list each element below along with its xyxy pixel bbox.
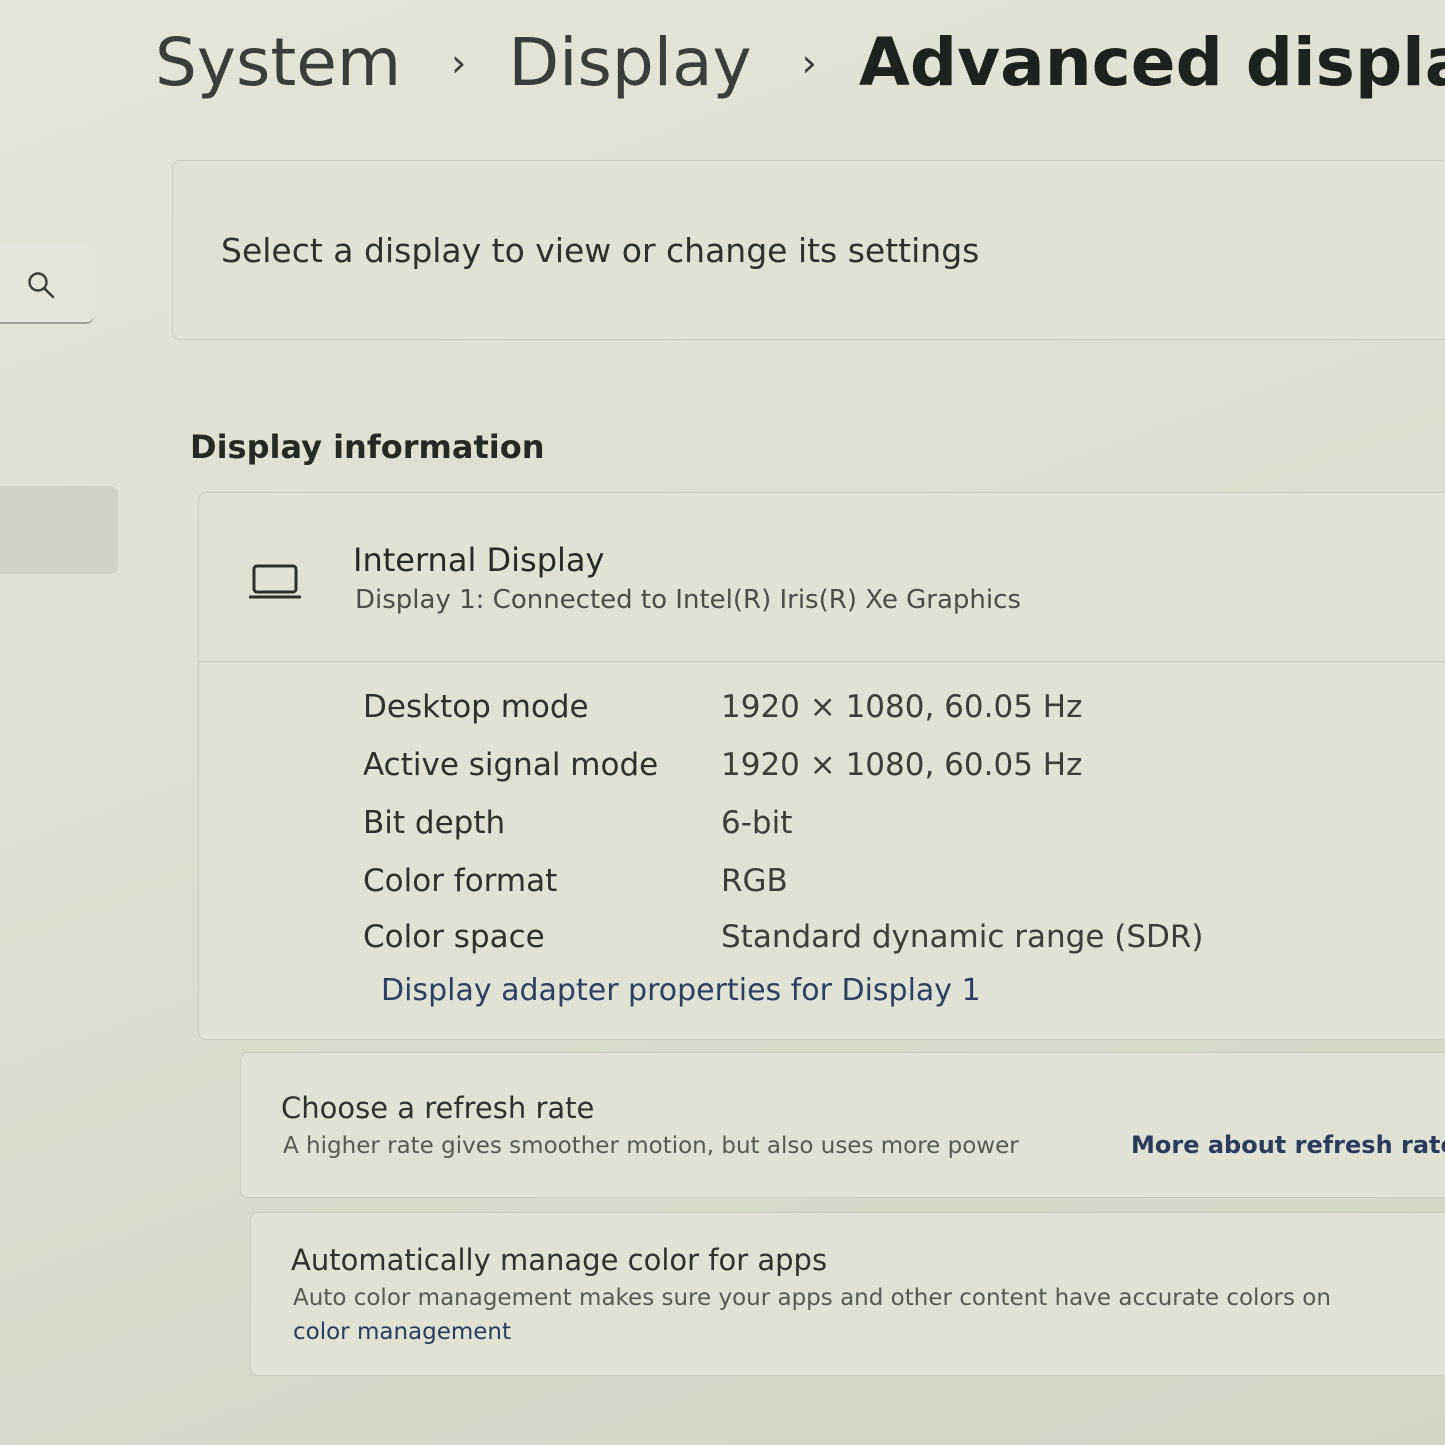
info-row-desktop-mode: Desktop mode 1920 × 1080, 60.05 Hz xyxy=(363,689,1443,739)
search-input[interactable] xyxy=(0,244,94,324)
auto-color-management-card[interactable]: Automatically manage color for apps Auto… xyxy=(250,1212,1445,1376)
info-row-color-space: Color space Standard dynamic range (SDR) xyxy=(363,919,1443,969)
auto-color-description: Auto color management makes sure your ap… xyxy=(293,1285,1331,1311)
info-label: Color format xyxy=(363,863,558,899)
info-row-color-format: Color format RGB xyxy=(363,863,1443,913)
info-value: 1920 × 1080, 60.05 Hz xyxy=(721,747,1083,783)
page-title: Advanced displa xyxy=(858,24,1445,101)
display-name: Internal Display xyxy=(353,541,605,579)
breadcrumb-system[interactable]: System xyxy=(155,18,401,108)
info-row-active-signal-mode: Active signal mode 1920 × 1080, 60.05 Hz xyxy=(363,747,1443,797)
settings-window: System › Display › Advanced displa Select a … xyxy=(0,0,1445,1445)
search-icon xyxy=(28,272,55,299)
breadcrumb-separator: › xyxy=(801,41,817,85)
breadcrumb-display[interactable]: Display xyxy=(508,18,751,108)
refresh-rate-card[interactable]: Choose a refresh rate A higher rate give… xyxy=(240,1052,1445,1198)
breadcrumb-separator: › xyxy=(451,41,467,85)
display-connection: Display 1: Connected to Intel(R) Iris(R)… xyxy=(355,585,1021,615)
color-management-link[interactable]: color management xyxy=(293,1319,511,1345)
display-information-card: Internal Display Display 1: Connected to… xyxy=(198,492,1445,1040)
display-adapter-properties-link[interactable]: Display adapter properties for Display 1 xyxy=(381,973,981,1008)
auto-color-title: Automatically manage color for apps xyxy=(291,1243,828,1277)
section-heading-display-information: Display information xyxy=(190,428,545,466)
info-value: RGB xyxy=(721,863,788,899)
select-display-text: Select a display to view or change its s… xyxy=(221,231,980,270)
info-value: 1920 × 1080, 60.05 Hz xyxy=(721,689,1083,725)
info-row-bit-depth: Bit depth 6-bit xyxy=(363,805,1443,855)
info-label: Color space xyxy=(363,919,545,955)
refresh-rate-description: A higher rate gives smoother motion, but… xyxy=(283,1133,1019,1159)
display-header: Internal Display Display 1: Connected to… xyxy=(199,493,1445,662)
refresh-rate-title: Choose a refresh rate xyxy=(281,1091,595,1125)
more-about-refresh-rate-link[interactable]: More about refresh rate xyxy=(1131,1131,1445,1159)
info-label: Active signal mode xyxy=(363,747,659,783)
breadcrumb: System › Display › Advanced displa xyxy=(155,18,1445,108)
select-display-card[interactable]: Select a display to view or change its s… xyxy=(172,160,1445,340)
laptop-icon xyxy=(249,564,301,599)
info-value: Standard dynamic range (SDR) xyxy=(721,919,1204,955)
info-label: Desktop mode xyxy=(363,689,589,725)
info-label: Bit depth xyxy=(363,805,506,841)
sidebar-item-display[interactable] xyxy=(0,486,118,574)
info-value: 6-bit xyxy=(721,805,793,841)
